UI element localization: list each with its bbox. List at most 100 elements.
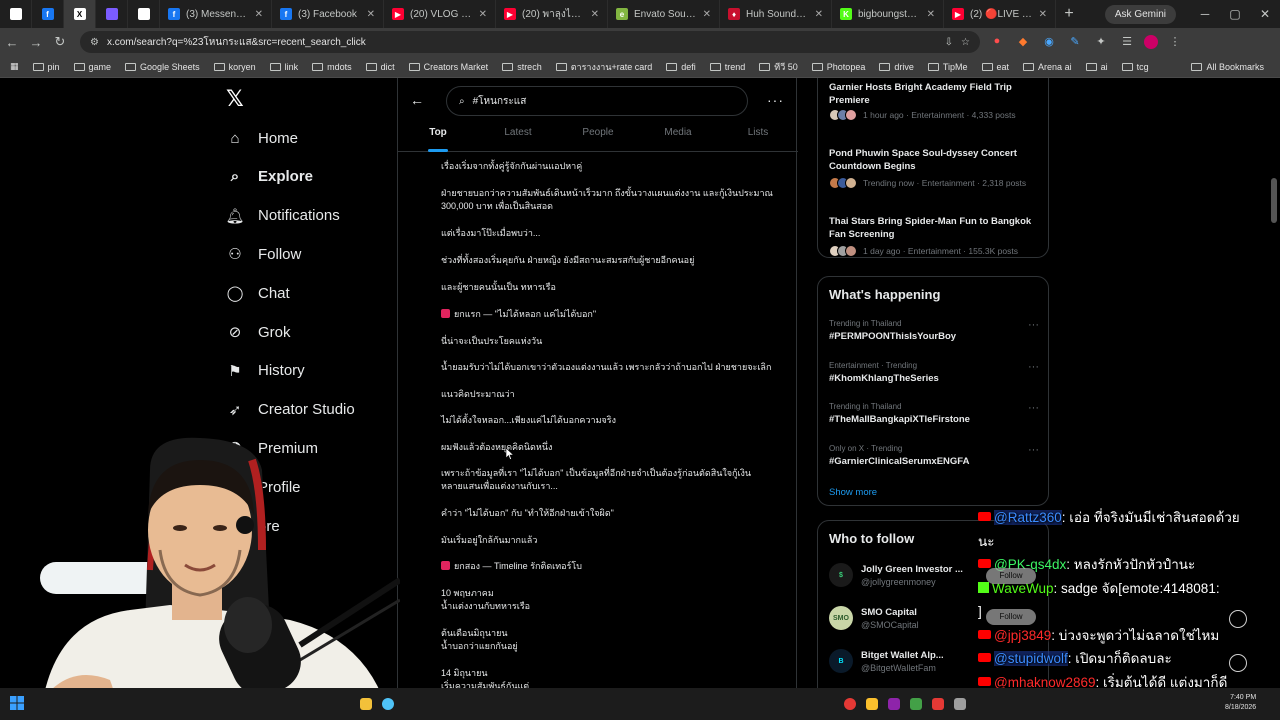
x-logo-icon[interactable]: 𝕏 xyxy=(226,86,244,112)
browser-tab[interactable] xyxy=(0,0,32,28)
file-explorer-icon[interactable] xyxy=(360,698,372,710)
search-input[interactable]: ⌕ #โหนกระแส xyxy=(446,86,748,116)
minimize-icon[interactable]: ─ xyxy=(1190,7,1220,21)
bookmark-item[interactable]: trend xyxy=(704,62,752,72)
extension-wrench-icon[interactable]: ✎ xyxy=(1066,35,1084,49)
trend-item[interactable]: Trending in Thailand #TheMallBangkapiXTle… xyxy=(829,402,1039,425)
new-tab-button[interactable]: + xyxy=(1056,5,1082,23)
maximize-icon[interactable]: ▢ xyxy=(1220,7,1250,21)
bookmark-item[interactable]: Photopea xyxy=(806,62,872,72)
bookmark-item[interactable]: dict xyxy=(360,62,401,72)
follow-suggestion[interactable]: B Bitget Wallet Alp... @BitgetWalletFam xyxy=(829,649,944,673)
bookmark-item[interactable]: game xyxy=(68,62,118,72)
follow-button[interactable]: Follow xyxy=(986,609,1036,625)
nav-item-notifications[interactable]: 🔔︎ Notifications xyxy=(225,207,339,225)
windows-start-icon[interactable] xyxy=(10,696,24,710)
follow-suggestion[interactable]: SMO SMO Capital @SMOCapital xyxy=(829,606,919,630)
show-more-link[interactable]: Show more xyxy=(829,487,877,498)
nav-item-follow[interactable]: ⚇ Follow xyxy=(226,245,301,264)
bookmark-item[interactable]: mdots xyxy=(306,62,358,72)
extension-fox-icon[interactable]: ◆ xyxy=(1014,35,1032,49)
tab-close-icon[interactable]: ✕ xyxy=(815,9,823,20)
browser-tab[interactable]: f xyxy=(32,0,64,28)
star-icon[interactable]: ☆ xyxy=(961,37,970,48)
profile-avatar[interactable] xyxy=(1144,35,1158,49)
bookmark-item[interactable]: defi xyxy=(660,62,702,72)
tray-app-icon[interactable] xyxy=(888,698,900,710)
bookmark-item[interactable]: tcg xyxy=(1116,62,1155,72)
tab-close-icon[interactable]: ✕ xyxy=(367,9,375,20)
nav-item-explore[interactable]: ⌕ Explore xyxy=(226,168,313,186)
browser-tab[interactable]: f (3) Facebook ✕ xyxy=(272,0,384,28)
bookmark-item[interactable]: Creators Market xyxy=(403,62,495,72)
site-info-icon[interactable]: ⚙ xyxy=(90,37,99,48)
extensions-puzzle-icon[interactable]: ✦ xyxy=(1092,35,1110,49)
tab-close-icon[interactable]: ✕ xyxy=(479,9,487,20)
browser-tab[interactable] xyxy=(96,0,128,28)
bookmark-item[interactable]: drive xyxy=(873,62,920,72)
system-clock[interactable]: 7:40 PM 8/18/2026 xyxy=(1225,693,1256,713)
event-title[interactable]: Pond Phuwin Space Soul-dyssey Concert Co… xyxy=(829,147,1044,173)
bookmark-item[interactable]: link xyxy=(264,62,305,72)
trend-item[interactable]: Trending in Thailand #PERMPOONThisIsYourB… xyxy=(829,319,1039,342)
tab-close-icon[interactable]: ✕ xyxy=(255,9,263,20)
forward-arrow-icon[interactable]: → xyxy=(24,35,48,50)
bookmark-item[interactable]: TipMe xyxy=(922,62,974,72)
tray-app-icon[interactable] xyxy=(844,698,856,710)
tab-search-icon[interactable]: ☰ xyxy=(1118,35,1136,49)
bookmark-item[interactable]: strech xyxy=(496,62,548,72)
browser-tab[interactable]: ▶ (20) VLOG มาเก๊ามาเก๊ ✕ xyxy=(384,0,496,28)
bookmark-item[interactable]: Google Sheets xyxy=(119,62,206,72)
tray-app-icon[interactable] xyxy=(932,698,944,710)
browser-tab[interactable]: ♦ Huh Soundboard ✕ xyxy=(720,0,832,28)
extension-audio-icon[interactable]: ◉ xyxy=(1040,35,1058,49)
trend-item[interactable]: Entertainment · Trending #KhomKhlangTheSe… xyxy=(829,361,1039,384)
more-options-icon[interactable]: ··· xyxy=(767,92,784,108)
more-options-icon[interactable]: ··· xyxy=(1028,361,1039,373)
extension-red-icon[interactable]: ● xyxy=(988,35,1006,49)
browser-tab[interactable]: ▶ (2) 🔴LIVE | คิดซื่ ✕ xyxy=(944,0,1056,28)
browser-tab[interactable]: X xyxy=(64,0,96,28)
install-icon[interactable]: ⇩ xyxy=(945,37,953,48)
browser-tab[interactable]: f (3) Messenger | Fa ✕ xyxy=(160,0,272,28)
tray-app-icon[interactable] xyxy=(954,698,966,710)
app-icon[interactable] xyxy=(382,698,394,710)
browser-tab[interactable]: ▶ (20) พาลุงไปสักที่แก่ ✕ xyxy=(496,0,608,28)
tab-people[interactable]: People xyxy=(558,124,638,151)
follow-suggestion[interactable]: $ Jolly Green Investor ... @jollygreenmone… xyxy=(829,563,963,587)
reload-icon[interactable]: ↻ xyxy=(48,34,72,50)
tab-latest[interactable]: Latest xyxy=(478,124,558,151)
bookmark-item[interactable]: ai xyxy=(1080,62,1114,72)
tab-media[interactable]: Media xyxy=(638,124,718,151)
close-window-icon[interactable]: ✕ xyxy=(1250,7,1280,21)
trend-item[interactable]: Only on X · Trending #GarnierClinicalSeru… xyxy=(829,444,1039,467)
browser-tab[interactable]: Kbigboungstudio S ✕ xyxy=(832,0,944,28)
back-arrow-icon[interactable]: ← xyxy=(0,35,24,50)
tab-lists[interactable]: Lists xyxy=(718,124,798,151)
browser-tab[interactable] xyxy=(128,0,160,28)
tab-top[interactable]: Top xyxy=(398,124,478,152)
bookmark-item[interactable]: ทีวี 50 xyxy=(753,60,804,74)
more-options-icon[interactable]: ··· xyxy=(1028,402,1039,414)
all-bookmarks-button[interactable]: All Bookmarks xyxy=(1185,62,1270,72)
more-options-icon[interactable]: ··· xyxy=(1028,319,1039,331)
bookmark-item[interactable]: Arena ai xyxy=(1017,62,1078,72)
follow-button[interactable]: Follow xyxy=(986,568,1036,584)
more-options-icon[interactable]: ··· xyxy=(1028,444,1039,456)
nav-item-chat[interactable]: ◯ Chat xyxy=(226,284,290,303)
ask-gemini-button[interactable]: Ask Gemini xyxy=(1104,4,1176,24)
back-arrow-icon[interactable]: ← xyxy=(410,92,424,108)
tray-app-icon[interactable] xyxy=(910,698,922,710)
tab-close-icon[interactable]: ✕ xyxy=(591,9,599,20)
apps-grid-icon[interactable]: ▦ xyxy=(4,61,25,72)
nav-item-grok[interactable]: ⊘ Grok xyxy=(226,323,291,342)
nav-item-creator-studio[interactable]: ➶ Creator Studio xyxy=(226,401,355,419)
page-scrollbar[interactable] xyxy=(1271,178,1277,223)
event-title[interactable]: Garnier Hosts Bright Academy Field Trip … xyxy=(829,81,1044,107)
nav-item-home[interactable]: ⌂ Home xyxy=(226,129,298,147)
bookmark-item[interactable]: pin xyxy=(27,62,66,72)
tab-close-icon[interactable]: ✕ xyxy=(703,9,711,20)
tab-close-icon[interactable]: ✕ xyxy=(1039,9,1047,20)
event-title[interactable]: Thai Stars Bring Spider-Man Fun to Bangk… xyxy=(829,215,1044,241)
tab-close-icon[interactable]: ✕ xyxy=(927,9,935,20)
